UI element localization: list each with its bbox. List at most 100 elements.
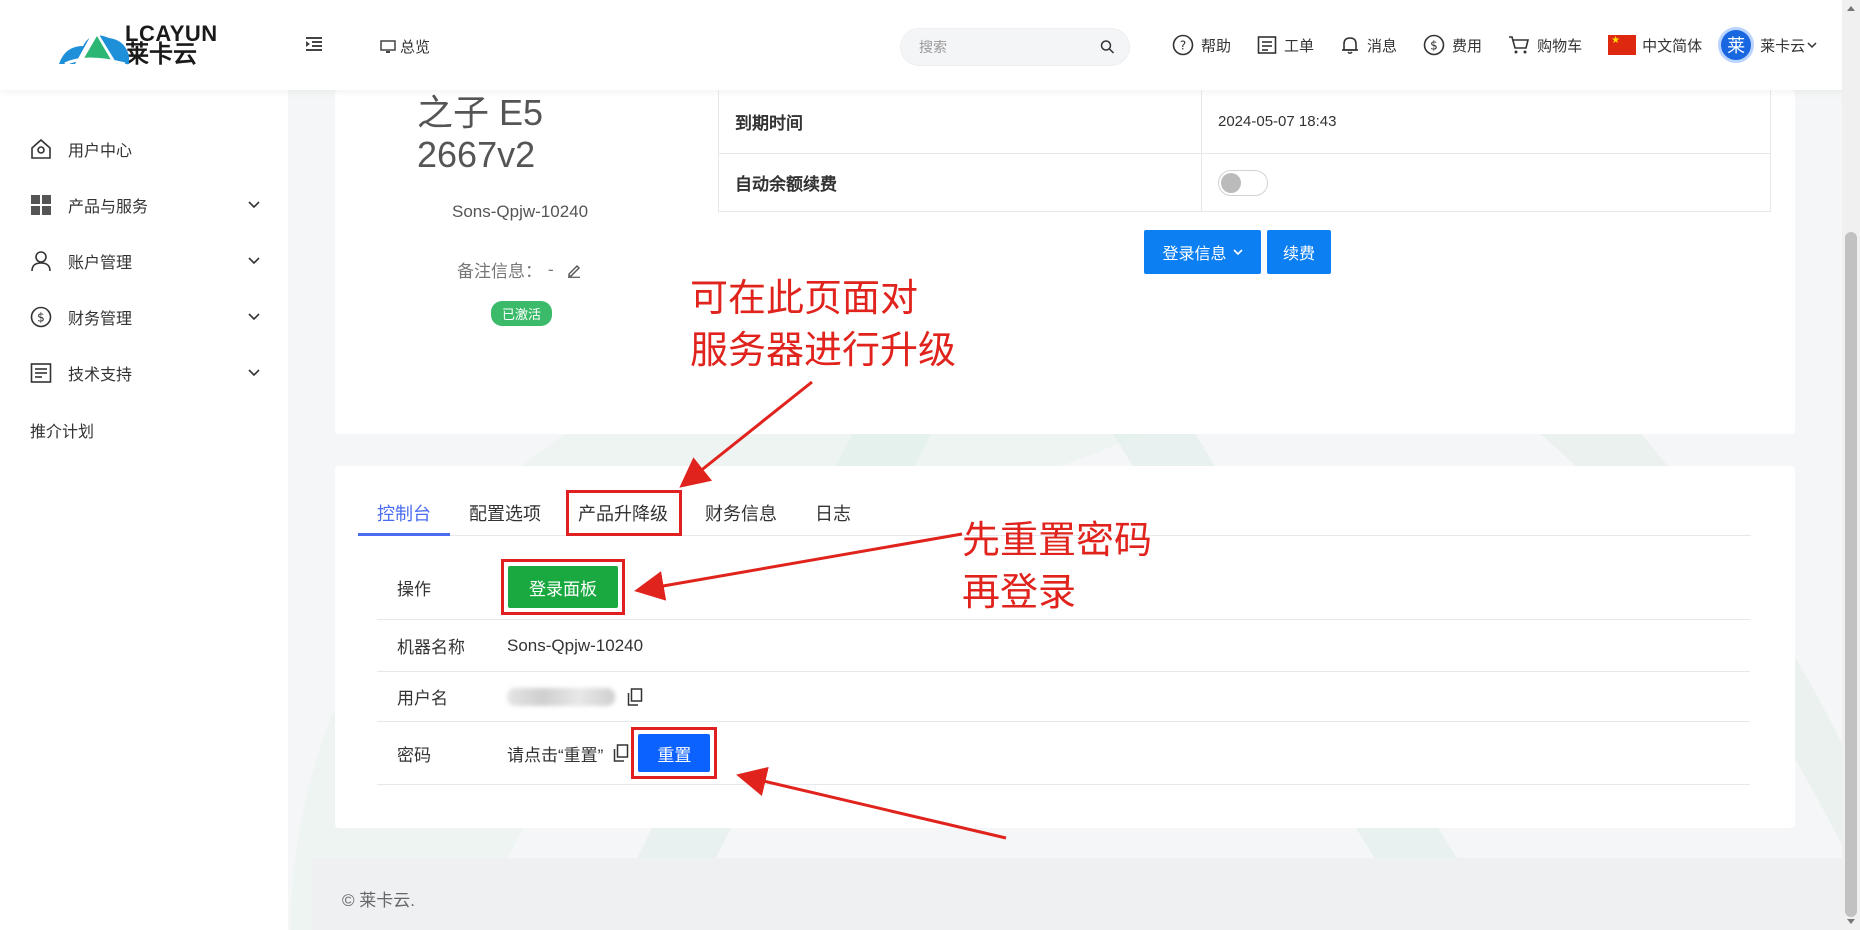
home-icon bbox=[31, 138, 51, 159]
password-hint: 请点击“重置” bbox=[507, 745, 604, 765]
search-input[interactable] bbox=[919, 39, 1100, 55]
chevron-down-icon bbox=[248, 369, 260, 377]
china-flag-icon bbox=[1608, 35, 1637, 55]
dollar-icon: $ bbox=[30, 306, 52, 328]
search-icon[interactable] bbox=[1100, 37, 1115, 57]
login-panel-button[interactable]: 登录面板 bbox=[508, 566, 618, 608]
header-nav: ? 帮助 工单 消息 $ 费用 购物车 ★ 中文简体 莱 莱卡云 bbox=[1172, 27, 1817, 63]
chevron-down-icon bbox=[1232, 249, 1243, 256]
scroll-up-arrow-icon[interactable] bbox=[1847, 6, 1855, 11]
menu-toggle-icon[interactable] bbox=[306, 36, 322, 52]
product-name: 之子 E5 2667v2 bbox=[417, 92, 543, 176]
avatar: 莱 bbox=[1718, 27, 1755, 63]
copy-icon[interactable] bbox=[627, 687, 643, 706]
overview-label: 总览 bbox=[400, 39, 431, 56]
cart-label: 购物车 bbox=[1537, 37, 1583, 55]
tab-config-options[interactable]: 配置选项 bbox=[450, 490, 560, 536]
table-row: 密码 请点击“重置” 重置 bbox=[377, 722, 1750, 785]
table-row: 到期时间 2024-05-07 18:43 bbox=[718, 90, 1771, 154]
fees-link[interactable]: $ 费用 bbox=[1423, 34, 1482, 56]
tab-finance-info[interactable]: 财务信息 bbox=[686, 490, 796, 536]
annotation-line: 再登录 bbox=[962, 570, 1077, 614]
cart-link[interactable]: 购物车 bbox=[1508, 35, 1582, 56]
sidebar-item-user-center[interactable]: 用户中心 bbox=[30, 137, 260, 161]
upgrade-annotation: 可在此页面对 服务器进行升级 bbox=[690, 272, 956, 376]
table-key: 自动余额续费 bbox=[719, 154, 1202, 211]
fees-label: 费用 bbox=[1452, 37, 1483, 55]
reset-password-button[interactable]: 重置 bbox=[638, 734, 711, 772]
chevron-down-icon bbox=[248, 313, 260, 321]
tab-upgrade-downgrade[interactable]: 产品升降级 bbox=[566, 490, 682, 536]
machine-name-value: Sons-Qpjw-10240 bbox=[507, 635, 644, 655]
bell-icon bbox=[1342, 37, 1359, 55]
user-icon bbox=[31, 251, 51, 272]
svg-text:$: $ bbox=[1430, 39, 1438, 53]
sidebar-item-products[interactable]: 产品与服务 bbox=[30, 193, 260, 217]
table-value: 2024-05-07 18:43 bbox=[1218, 113, 1337, 130]
chevron-down-icon bbox=[248, 201, 260, 209]
product-hostname: Sons-Qpjw-10240 bbox=[452, 202, 589, 221]
help-link[interactable]: ? 帮助 bbox=[1172, 34, 1231, 56]
sidebar: 用户中心 产品与服务 账户管理 $ 财务管理 技术支持 推介计划 bbox=[0, 90, 288, 930]
product-name-line2: 2667v2 bbox=[417, 134, 536, 175]
user-name: 莱卡云 bbox=[1760, 37, 1806, 55]
remark-info: 备注信息： - bbox=[457, 257, 582, 282]
sidebar-item-label: 账户管理 bbox=[68, 255, 133, 272]
login-info-button[interactable]: 登录信息 bbox=[1144, 230, 1261, 274]
logo-mark-icon bbox=[59, 28, 129, 66]
page-scrollbar[interactable] bbox=[1842, 0, 1860, 930]
ticket-link[interactable]: 工单 bbox=[1257, 35, 1314, 56]
row-label: 密码 bbox=[397, 745, 431, 765]
messages-link[interactable]: 消息 bbox=[1340, 35, 1397, 56]
language-label: 中文简体 bbox=[1642, 37, 1703, 55]
table-row: 自动余额续费 bbox=[718, 154, 1771, 212]
annotation-line: 可在此页面对 bbox=[690, 276, 919, 320]
overview-link[interactable]: 总览 bbox=[380, 36, 430, 57]
help-label: 帮助 bbox=[1201, 37, 1232, 55]
renew-button[interactable]: 续费 bbox=[1267, 230, 1331, 274]
help-icon: ? bbox=[1172, 34, 1194, 56]
sidebar-item-finance[interactable]: $ 财务管理 bbox=[30, 305, 260, 329]
search-box[interactable] bbox=[900, 28, 1130, 66]
auto-renew-toggle[interactable] bbox=[1218, 169, 1268, 196]
copyright-text: © 莱卡云. bbox=[342, 891, 415, 910]
chevron-down-icon bbox=[248, 257, 260, 265]
ticket-label: 工单 bbox=[1284, 37, 1315, 55]
row-value: 登录面板 bbox=[501, 559, 625, 615]
table-value bbox=[1202, 154, 1770, 211]
product-name-line1: 之子 E5 bbox=[417, 92, 544, 133]
grid-icon bbox=[31, 195, 51, 215]
tab-console[interactable]: 控制台 bbox=[358, 490, 450, 536]
copy-icon[interactable] bbox=[613, 744, 629, 762]
logo[interactable]: LCAYUN 莱卡云 bbox=[55, 18, 235, 72]
chevron-down-icon bbox=[1807, 42, 1817, 49]
remark-label: 备注信息： bbox=[457, 262, 542, 281]
product-info-table: 到期时间 2024-05-07 18:43 自动余额续费 bbox=[718, 90, 1771, 212]
cart-icon bbox=[1509, 36, 1530, 54]
edit-icon[interactable] bbox=[566, 262, 582, 278]
language-selector[interactable]: 中文简体 bbox=[1608, 35, 1702, 56]
document-icon bbox=[30, 363, 52, 383]
scroll-down-arrow-icon[interactable] bbox=[1847, 919, 1855, 924]
ticket-icon bbox=[1257, 36, 1277, 54]
table-row: 用户名 bbox=[377, 672, 1750, 722]
login-info-label: 登录信息 bbox=[1162, 246, 1227, 263]
status-badge: 已激活 bbox=[491, 301, 553, 326]
monitor-icon bbox=[380, 39, 396, 53]
svg-text:?: ? bbox=[1180, 39, 1186, 53]
table-row: 机器名称 Sons-Qpjw-10240 bbox=[377, 620, 1750, 672]
sidebar-item-referral[interactable]: 推介计划 bbox=[30, 418, 94, 442]
annotation-line: 服务器进行升级 bbox=[690, 328, 957, 372]
messages-label: 消息 bbox=[1367, 37, 1398, 55]
sidebar-item-label: 技术支持 bbox=[68, 367, 133, 384]
user-menu[interactable]: 莱 莱卡云 bbox=[1718, 27, 1817, 63]
tab-logs[interactable]: 日志 bbox=[796, 490, 870, 536]
sidebar-item-label: 财务管理 bbox=[68, 311, 133, 328]
scrollbar-thumb[interactable] bbox=[1845, 232, 1857, 917]
sidebar-item-account[interactable]: 账户管理 bbox=[30, 249, 260, 273]
reset-annotation: 先重置密码 再登录 bbox=[962, 514, 1152, 618]
top-header: LCAYUN 莱卡云 总览 ? 帮助 bbox=[0, 0, 1860, 90]
sidebar-item-support[interactable]: 技术支持 bbox=[30, 361, 260, 385]
sidebar-item-label: 用户中心 bbox=[68, 143, 133, 160]
highlight-box: 重置 bbox=[631, 727, 718, 779]
